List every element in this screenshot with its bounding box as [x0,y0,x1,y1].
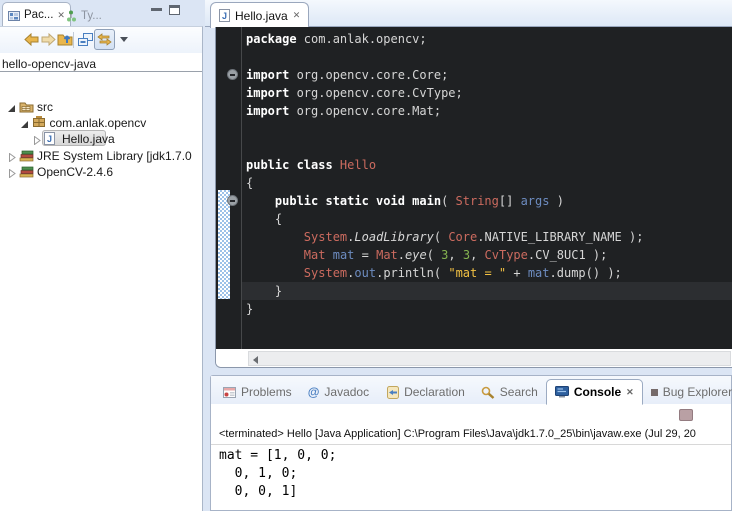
package-icon [32,116,47,130]
tab-label: Ty... [81,10,102,22]
console-icon [555,386,569,398]
problems-icon [223,386,236,398]
search-icon [481,386,495,399]
package-explorer-view: hello-opencv-java srccom.anlak.opencvJHe… [0,26,203,511]
type-hierarchy-icon [66,10,77,22]
java-file-icon: J [219,9,230,22]
package-explorer-toolbar [0,27,202,53]
scrollbar-track[interactable] [248,351,731,366]
package-explorer-tabstrip: Pac... ✕ Ty... [0,0,204,26]
source-folder-icon [19,100,34,114]
code-line: } [246,300,643,318]
tree-item-label: JRE System Library [jdk1.7.0 [37,149,192,163]
code-line: public class Hello [246,156,643,174]
up-icon[interactable] [57,31,74,47]
code-line: System.LoadLibrary( Core.NATIVE_LIBRARY_… [246,228,643,246]
fold-collapse-icon[interactable] [227,69,238,80]
collapsed-arrow-icon[interactable] [8,151,17,160]
library-icon [19,149,34,163]
console-output: mat = [1, 0, 0; 0, 1, 0; 0, 0, 1] [219,447,336,501]
code-line: import org.opencv.core.CvType; [246,84,643,102]
editor-panel: package com.anlak.opencv; import org.ope… [215,27,732,368]
tab-console[interactable]: Console ✕ [546,379,643,405]
tab-javadoc[interactable]: @ Javadoc [300,380,377,404]
maximize-button[interactable] [169,5,180,15]
tab-label: Search [500,385,538,399]
toolbar-separator [73,32,74,48]
package-explorer-icon [8,9,20,21]
console-view: Problems @ Javadoc Declaration Search Console… [210,375,732,511]
tree-item-label: src [37,100,53,114]
view-menu-icon[interactable] [120,37,128,42]
tab-declaration[interactable]: Declaration [377,380,473,404]
console-line: 0, 0, 1] [219,483,336,501]
tree-item-label: OpenCV-2.4.6 [37,165,113,179]
console-toolbar-icon[interactable] [679,409,693,421]
code-text: package com.anlak.opencv; import org.ope… [246,30,643,318]
tree-item-hello-java[interactable]: J Hello.java [0,131,202,147]
code-line [246,120,643,138]
minimize-button[interactable] [151,8,162,11]
forward-icon[interactable] [41,33,56,46]
tree-item-com-anlak-opencv[interactable]: com.anlak.opencv [0,115,202,131]
tab-problems[interactable]: Problems [215,380,300,404]
close-icon[interactable]: ✕ [293,11,301,20]
expanded-arrow-icon[interactable] [8,102,17,111]
console-line: mat = [1, 0, 0; [219,447,336,465]
tree-item-opencv-2-4-6[interactable]: OpenCV-2.4.6 [0,164,202,180]
svg-text:J: J [47,134,52,144]
fold-gutter-separator [241,27,242,349]
tab-bug-explorer[interactable]: Bug Explorer [643,380,732,404]
tree-item-jre-system-library-jdk1-7-0[interactable]: JRE System Library [jdk1.7.0 [0,148,202,164]
code-line: import org.opencv.core.Mat; [246,102,643,120]
java-file-icon: J [44,132,59,146]
collapsed-arrow-icon[interactable] [33,134,42,143]
tab-label: Bug Explorer [663,385,732,399]
fold-collapse-icon[interactable] [227,195,238,206]
declaration-icon [385,386,399,399]
range-indicator [218,190,230,299]
scroll-left-arrow-icon[interactable] [253,356,258,364]
tree-item-label: Hello.java [62,132,115,146]
code-line: import org.opencv.core.Core; [246,66,643,84]
editor-tab-hello-java[interactable]: J Hello.java ✕ [210,2,309,28]
code-line [246,138,643,156]
editor-tab-label: Hello.java [235,9,288,23]
tab-label: Console [574,385,621,399]
code-line: { [246,174,643,192]
console-line: 0, 1, 0; [219,465,336,483]
close-icon[interactable]: ✕ [626,388,634,397]
project-tree: src com.anlak.opencv J Hello.java JRE System… [0,53,202,511]
tab-label: Problems [241,385,292,399]
bottom-tabstrip: Problems @ Javadoc Declaration Search Console… [211,376,731,404]
tab-type-hierarchy[interactable]: Ty... [62,5,106,26]
code-line: Mat mat = Mat.eye( 3, 3, CvType.CV_8UC1 … [246,246,643,264]
tab-label: Declaration [404,385,465,399]
editor-horizontal-scrollbar[interactable] [216,349,732,367]
code-editor[interactable]: package com.anlak.opencv; import org.ope… [216,27,732,349]
tab-label: Javadoc [324,385,369,399]
svg-text:J: J [222,11,227,21]
collapse-all-icon[interactable] [78,33,93,47]
tree-item-src[interactable]: src [0,99,202,115]
code-line: package com.anlak.opencv; [246,30,643,48]
code-line [246,48,643,66]
link-with-editor-icon[interactable] [94,29,115,50]
tab-package-explorer[interactable]: Pac... ✕ [2,2,71,27]
square-icon [651,389,658,396]
javadoc-icon: @ [308,386,320,398]
console-header: <terminated> Hello [Java Application] C:… [211,428,731,445]
expanded-arrow-icon[interactable] [21,118,30,127]
tab-label: Pac... [24,9,53,21]
tree-item-label: com.anlak.opencv [50,116,147,130]
library-icon [19,165,34,179]
code-line: } [246,282,643,300]
back-icon[interactable] [24,33,39,46]
code-line: System.out.println( "mat = " + mat.dump(… [246,264,643,282]
collapsed-arrow-icon[interactable] [8,167,17,176]
code-line: public static void main( String[] args ) [246,192,643,210]
tab-search[interactable]: Search [473,380,546,404]
code-line: { [246,210,643,228]
